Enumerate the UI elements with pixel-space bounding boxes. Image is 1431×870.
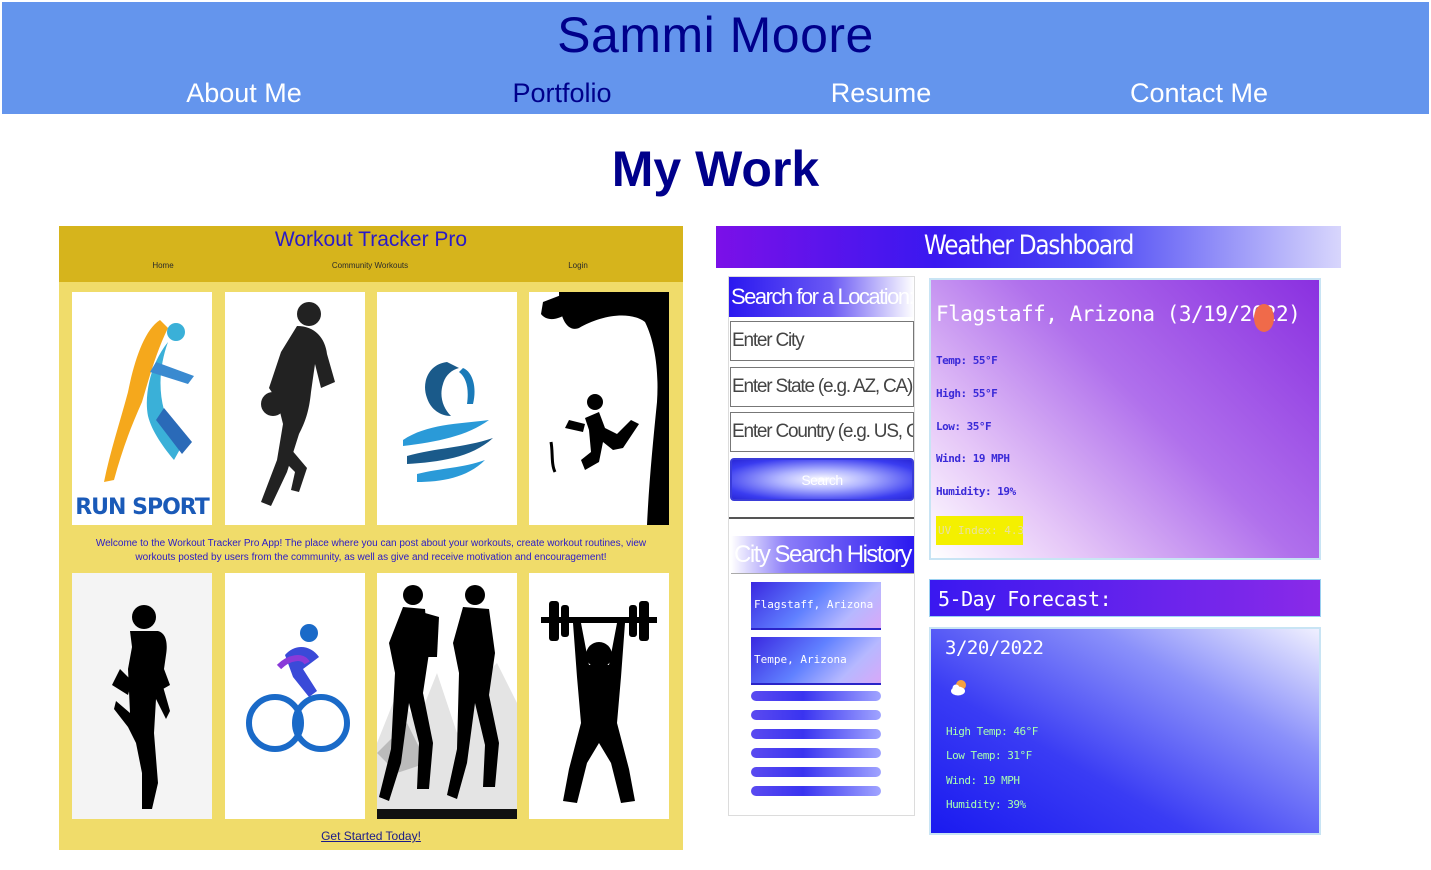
wd-country-input[interactable]: Enter Country (e.g. US, GB) [730, 412, 914, 452]
wd-history-item[interactable]: Flagstaff, Arizona [751, 582, 881, 628]
wd-state-input[interactable]: Enter State (e.g. AZ, CA) [730, 367, 914, 407]
wd-city-input[interactable]: Enter City [730, 321, 914, 361]
run-sport-logo-image: RUN SPORT [72, 292, 212, 525]
wt-get-started-link[interactable]: Get Started Today! [59, 829, 683, 843]
nav-about-me[interactable]: About Me [186, 78, 302, 109]
wd-title: Weather Dashboard [923, 230, 1134, 261]
nav-contact-me[interactable]: Contact Me [1130, 78, 1268, 109]
wd-history-empty-slot[interactable] [751, 786, 881, 796]
wd-current-low: Low: 35°F [936, 420, 992, 433]
basketball-player-image [225, 292, 365, 525]
wt-nav-community: Community Workouts [331, 261, 409, 270]
partly-cloudy-icon [951, 680, 966, 696]
wd-sidebar: Search for a Location: Enter City Enter … [728, 276, 915, 816]
wd-current-temp: Temp: 55°F [936, 354, 998, 367]
wd-forecast-high: High Temp: 46°F [946, 725, 1038, 738]
sun-icon [1254, 304, 1274, 332]
wt-nav-home: Home [152, 261, 174, 270]
section-title: My Work [611, 141, 820, 197]
wd-current-city: Flagstaff, Arizona (3/19/2022) [936, 302, 1301, 326]
wd-history-empty-slot[interactable] [751, 710, 881, 720]
swimmer-logo-image [377, 292, 517, 525]
wd-current-wind: Wind: 19 MPH [936, 452, 1010, 465]
wt-header: Workout Tracker Pro Home Community Worko… [59, 226, 683, 282]
wd-uv-index-badge: UV Index: 4.33 [936, 516, 1023, 545]
wd-forecast-label: 5-Day Forecast: [929, 579, 1321, 617]
wd-forecast-low: Low Temp: 31°F [946, 749, 1032, 762]
wd-forecast-card: 3/20/2022 High Temp: 46°F Low Temp: 31°F… [929, 627, 1321, 835]
wd-forecast-date: 3/20/2022 [945, 637, 1044, 659]
wd-history-empty-slot[interactable] [751, 729, 881, 739]
wd-divider [729, 517, 914, 519]
project-workout-tracker[interactable]: Workout Tracker Pro Home Community Worko… [59, 226, 683, 850]
nav-resume[interactable]: Resume [831, 78, 932, 109]
wt-welcome-text: Welcome to the Workout Tracker Pro App! … [95, 538, 647, 563]
wd-current-weather: Flagstaff, Arizona (3/19/2022) Temp: 55°… [929, 278, 1321, 560]
wt-title: Workout Tracker Pro [274, 228, 468, 251]
site-name: Sammi Moore [557, 7, 874, 63]
nav-portfolio[interactable]: Portfolio [512, 78, 611, 109]
weightlifter-image [529, 573, 669, 819]
wd-current-humidity: Humidity: 19% [936, 485, 1016, 498]
project-weather-dashboard[interactable]: Weather Dashboard Search for a Location:… [716, 226, 1341, 846]
wd-history-label: City Search History [731, 536, 914, 574]
wd-history-item[interactable]: Tempe, Arizona [751, 637, 881, 683]
wt-nav-login: Login [568, 261, 588, 270]
wd-search-button[interactable]: Search [730, 458, 914, 501]
wd-current-high: High: 55°F [936, 387, 998, 400]
hikers-image [377, 573, 517, 819]
wd-header: Weather Dashboard [716, 226, 1341, 268]
wd-history-empty-slot[interactable] [751, 691, 881, 701]
site-header: Sammi Moore About Me Portfolio Resume Co… [2, 2, 1429, 114]
yoga-pose-image [72, 573, 212, 819]
run-sport-caption: RUN SPORT [75, 495, 209, 520]
wd-forecast-wind: Wind: 19 MPH [946, 774, 1020, 787]
cyclist-image [225, 573, 365, 819]
rock-climber-image [529, 292, 669, 525]
wd-forecast-humidity: Humidity: 39% [946, 798, 1026, 811]
wd-history-empty-slot[interactable] [751, 748, 881, 758]
wd-history-empty-slot[interactable] [751, 767, 881, 777]
wd-search-label: Search for a Location: [729, 277, 914, 317]
